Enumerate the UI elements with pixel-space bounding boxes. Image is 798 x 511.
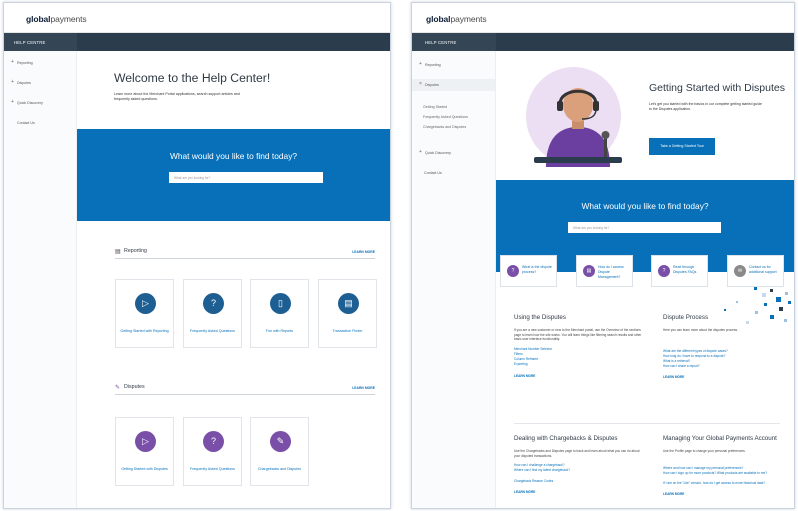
learn-more-link[interactable]: LEARN MORE	[663, 492, 794, 496]
document-icon: ▤	[338, 293, 359, 314]
sidebar-item-contact-us[interactable]: Contact Us	[412, 167, 495, 179]
sidebar-item-disputes[interactable]: × Disputes	[412, 79, 495, 91]
block-title: Managing Your Global Payments Account	[663, 435, 777, 442]
section-divider	[514, 423, 780, 424]
section-title: Disputes	[124, 384, 145, 390]
learn-more-link[interactable]: LEARN MORE	[352, 386, 375, 390]
link-exporting[interactable]: Exporting	[514, 362, 645, 367]
help-centre-title[interactable]: HELP CENTRE	[412, 33, 496, 51]
using-disputes-block: Using the Disputes If you are a new cust…	[514, 314, 645, 378]
help-centre-title[interactable]: HELP CENTRE	[4, 33, 77, 51]
page-title: Welcome to the Help Center!	[114, 71, 271, 85]
block-body: Use the Profile page to change your pers…	[663, 449, 746, 453]
link-chargeback-reason-codes[interactable]: Chargeback Reason Codes	[514, 479, 645, 484]
block-body: Here you can learn more about the disput…	[663, 328, 738, 332]
sidebar: + Reporting + Disputes + Quick Discovery Co…	[4, 51, 77, 508]
search-hero: What would you like to find today? What …	[77, 129, 390, 221]
quick-card-contact-support[interactable]: ✉ Contact us for additional support	[727, 255, 784, 287]
help-center-home-screen: globalpayments HELP CENTRE + Reporting + D…	[3, 2, 391, 509]
block-title: Dealing with Chargebacks & Disputes	[514, 435, 618, 442]
chargebacks-block: Dealing with Chargebacks & Disputes Use …	[514, 435, 645, 494]
brand-logo[interactable]: globalpayments	[412, 3, 794, 33]
block-body: If you are a new customer or new to the …	[514, 328, 642, 342]
disputes-section-header: ✎ Disputes LEARN MORE	[115, 383, 375, 395]
account-block: Managing Your Global Payments Account Us…	[663, 435, 794, 496]
brand-logo[interactable]: globalpayments	[4, 3, 390, 33]
support-agent-illustration	[534, 88, 622, 167]
section-title: Reporting	[124, 248, 147, 254]
disputes-landing-screen: globalpayments HELP CENTRE + Reporting × D…	[411, 2, 795, 509]
card-faq-reporting[interactable]: ? Frequently Asked Questions	[183, 279, 242, 348]
link-latest-chargeback[interactable]: Where can I find my latest chargeback?	[514, 468, 645, 473]
learn-more-link[interactable]: LEARN MORE	[663, 375, 794, 379]
page-intro: Learn more about the Merchant Portal app…	[114, 92, 240, 101]
card-getting-started-disputes[interactable]: ▷ Getting Started with Disputes	[115, 417, 174, 486]
document-icon: ▯	[270, 293, 291, 314]
sidebar: + Reporting × Disputes Getting Started Fre…	[412, 51, 496, 508]
quick-card-dispute-process[interactable]: ? What is the dispute process?	[500, 255, 557, 287]
learn-more-link[interactable]: LEARN MORE	[514, 374, 645, 378]
question-icon: ?	[658, 265, 670, 277]
sidebar-item-quick-discovery[interactable]: + Quick Discovery	[4, 97, 76, 109]
search-input[interactable]: What are you looking for?	[568, 222, 721, 233]
sidebar-item-reporting[interactable]: + Reporting	[4, 57, 76, 69]
search-question: What would you like to find today?	[581, 201, 709, 211]
quick-card-disputes-faqs[interactable]: ? Read through Disputes FAQs	[651, 255, 708, 287]
chat-icon: ✉	[734, 265, 746, 277]
quick-card-access-dispute-management[interactable]: ▤ How do I access Dispute Management?	[576, 255, 633, 287]
learn-more-link[interactable]: LEARN MORE	[352, 250, 375, 254]
block-title: Dispute Process	[663, 314, 709, 321]
learn-more-link[interactable]: LEARN MORE	[514, 490, 645, 494]
getting-started-tour-button[interactable]: Take a Getting Started Tour	[649, 138, 715, 155]
block-title: Using the Disputes	[514, 314, 566, 321]
sidebar-item-quick-discovery[interactable]: + Quick Discovery	[412, 147, 495, 159]
sidebar-item-contact-us[interactable]: Contact Us	[4, 117, 76, 129]
search-question: What would you like to find today?	[169, 151, 298, 161]
pen-icon: ✎	[270, 431, 291, 452]
question-icon: ?	[203, 431, 224, 452]
reporting-section-header: ▤ Reporting LEARN MORE	[115, 247, 375, 259]
link-lite-version-history[interactable]: If I am on the "Lite" version, how do I …	[663, 481, 794, 486]
page-intro: Let's get you started with the basics in…	[649, 102, 762, 111]
card-faq-disputes[interactable]: ? Frequently Asked Questions	[183, 417, 242, 486]
sidebar-item-reporting[interactable]: + Reporting	[412, 59, 495, 71]
pen-icon: ✎	[115, 385, 121, 391]
sidebar-item-disputes[interactable]: + Disputes	[4, 77, 76, 89]
top-nav-bar: HELP CENTRE	[4, 33, 390, 51]
main-content: Welcome to the Help Center! Learn more a…	[77, 51, 390, 508]
main-content: Getting Started with Disputes Let's get …	[496, 51, 794, 508]
link-share-report[interactable]: How can I share a report?	[663, 364, 794, 369]
link-more-products[interactable]: How can I sign up for more products? Wha…	[663, 471, 794, 476]
play-icon: ▷	[135, 293, 156, 314]
card-getting-started-reporting[interactable]: ▷ Getting Started with Reporting	[115, 279, 174, 348]
grid-icon: ▤	[115, 249, 121, 255]
question-icon: ?	[203, 293, 224, 314]
document-icon: ▤	[583, 265, 595, 277]
top-nav-bar: HELP CENTRE	[412, 33, 794, 51]
block-body: Use the Chargebacks and Disputes page to…	[514, 449, 640, 458]
page-title: Getting Started with Disputes	[649, 82, 785, 94]
card-transaction-finder[interactable]: ▤ Transaction Finder	[318, 279, 377, 348]
sidebar-subitem-chargebacks[interactable]: Chargebacks and Disputes	[412, 121, 495, 133]
play-icon: ▷	[135, 431, 156, 452]
dispute-process-block: Dispute Process Here you can learn more …	[663, 314, 794, 379]
search-input[interactable]: What are you looking for?	[169, 172, 323, 183]
card-chargebacks-disputes[interactable]: ✎ Chargebacks and Disputes	[250, 417, 309, 486]
card-fun-with-reports[interactable]: ▯ Fun with Reports	[250, 279, 309, 348]
question-icon: ?	[507, 265, 519, 277]
